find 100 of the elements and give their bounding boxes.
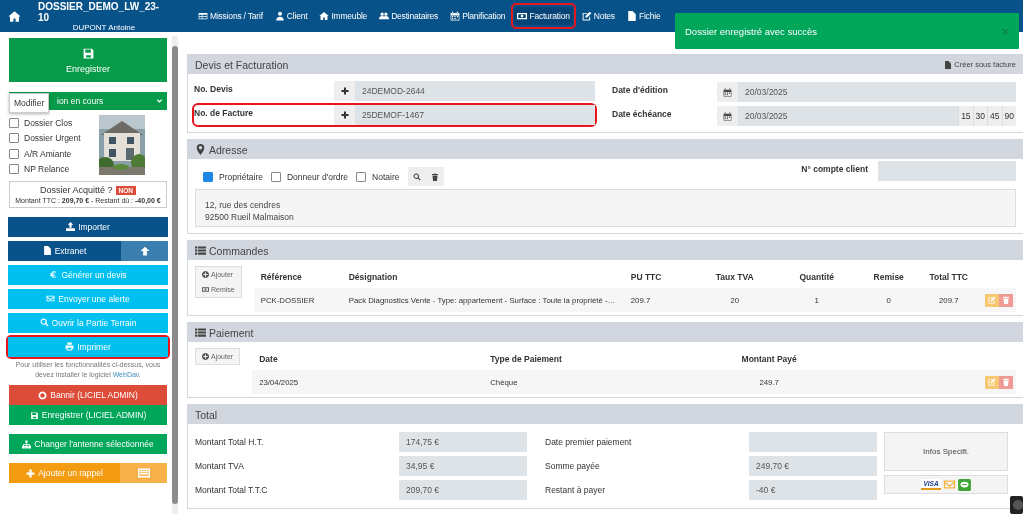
plus-icon [340, 111, 349, 119]
calendar-icon [450, 11, 461, 21]
nav-tab[interactable]: Planification [447, 7, 509, 25]
banknote-icon [202, 286, 209, 293]
field-label: Somme payée [545, 460, 601, 473]
input-field[interactable]: 20/03/2025 [738, 82, 1016, 102]
checkbox[interactable] [9, 148, 19, 159]
input-field[interactable]: 25DEMOF-1467 [355, 105, 595, 125]
people-icon [379, 11, 390, 21]
field-label: Montant Total H.T. [195, 436, 265, 449]
arrow-up-icon [139, 245, 150, 256]
checkbox[interactable] [9, 163, 19, 174]
panel-title: Total [195, 408, 218, 421]
toolbar-icon[interactable] [1010, 496, 1023, 514]
plus-icon [26, 468, 36, 478]
nav-tab[interactable]: Destinataires [376, 7, 442, 25]
input-field[interactable]: 174,75 € [399, 432, 527, 452]
scrollbar[interactable] [172, 36, 178, 514]
euro-icon [49, 270, 59, 279]
envelope-icon [46, 294, 56, 303]
home-icon [319, 11, 330, 21]
nav-tab[interactable]: Immeuble [316, 7, 371, 25]
sidebar-button[interactable]: Changer l'antenne sélectionnée [9, 434, 167, 455]
calendar-icon [723, 87, 732, 97]
column-header: Date [259, 354, 279, 364]
list-icon [195, 327, 206, 338]
home-icon[interactable] [7, 9, 21, 23]
address-textarea[interactable]: 12, rue des cendres 92500 Rueil Malmaison [195, 189, 1016, 227]
field-label: Restant à payer [545, 484, 606, 497]
checkbox[interactable] [9, 118, 19, 129]
acquitte-label: Dossier Acquitté ? [40, 185, 113, 195]
panel-title: Commandes [209, 244, 269, 257]
delay-button[interactable]: 45 [987, 106, 1002, 126]
side-button[interactable] [121, 240, 168, 261]
nav-tab[interactable]: Client [271, 7, 311, 25]
nav-tab[interactable]: Missions / Tarif [195, 7, 266, 25]
trash-icon [1002, 296, 1010, 304]
column-header: Montant Payé [740, 354, 798, 364]
nav-tab[interactable]: Fichie [623, 7, 664, 25]
calendar-icon [723, 111, 732, 121]
document-icon [42, 246, 52, 255]
plus-icon [340, 87, 349, 95]
checkbox[interactable] [9, 133, 19, 144]
list-icon [195, 245, 206, 256]
panel-title: Devis et Facturation [195, 58, 289, 71]
add-button[interactable] [334, 105, 355, 125]
column-header: Quantité [798, 272, 835, 282]
save-button[interactable]: Enregistrer [9, 38, 167, 82]
input-field[interactable] [878, 160, 1016, 181]
add-button[interactable] [334, 81, 355, 101]
pencil-square-icon [988, 296, 996, 304]
column-header: Désignation [348, 272, 399, 282]
column-header: Taux TVA [714, 272, 755, 282]
search-icon [412, 172, 421, 181]
sidebar-button[interactable]: Importer [8, 216, 168, 237]
input-field[interactable]: 249,70 € [749, 456, 877, 476]
field-label: Montant TVA [195, 460, 245, 473]
toast-message: Dossier enregistré avec succès [685, 25, 817, 37]
search-icon [39, 318, 49, 327]
trash-icon [430, 172, 439, 181]
input-field[interactable]: -40 € [749, 480, 877, 500]
field-label: Date échéance [612, 108, 673, 119]
column-header: Référence [260, 272, 303, 282]
checkbox-label: A/R Amiante [24, 148, 72, 159]
calendar-button[interactable] [717, 106, 738, 126]
delay-button[interactable]: 15 [958, 106, 973, 126]
list-card-icon [137, 467, 150, 480]
checkbox-label: NP Relance [24, 163, 70, 174]
input-field[interactable]: 20/03/2025 [738, 106, 959, 126]
column-header: PU TTC [630, 272, 663, 282]
checkbox[interactable] [270, 171, 281, 182]
input-field[interactable] [749, 432, 877, 452]
nav-tab[interactable]: Facturation [514, 7, 573, 25]
field-label: No. de Facture [194, 107, 255, 118]
side-button[interactable] [120, 463, 167, 484]
column-header: Total TTC [928, 272, 969, 282]
chevron-down-icon [156, 97, 163, 105]
hierarchy-icon [22, 439, 32, 449]
field-label: Date d'édition [612, 84, 669, 95]
checkbox[interactable] [356, 171, 367, 182]
sidebar-button[interactable]: Extranet [8, 240, 121, 261]
nav-tab[interactable]: Notes [578, 7, 618, 25]
sidebar-button[interactable]: Bannir (LICIEL ADMIN) [9, 385, 167, 406]
sidebar-button[interactable]: Enregistrer (LICIEL ADMIN) [9, 405, 167, 426]
checkbox-label: Notaire [372, 171, 400, 182]
input-field[interactable]: 209,70 € [399, 480, 527, 500]
address-line: 92500 Rueil Malmaison [205, 211, 295, 223]
trash-icon [1002, 378, 1010, 386]
calendar-button[interactable] [717, 82, 738, 102]
document-icon [626, 11, 637, 21]
client-name: DUPONT Antoine [72, 22, 136, 32]
checkbox[interactable] [203, 171, 213, 182]
input-field[interactable]: 34,95 € [399, 456, 527, 476]
field-label: No. Devis [194, 83, 234, 94]
field-label: N° compte client [801, 162, 868, 174]
printer-icon [65, 342, 75, 351]
infos-button[interactable]: Infos Specifi. [884, 432, 1008, 471]
envelope-icon [942, 478, 956, 491]
checkbox-label: Dossier Clos [24, 118, 73, 129]
input-field[interactable]: 24DEMOD-2644 [355, 81, 595, 101]
